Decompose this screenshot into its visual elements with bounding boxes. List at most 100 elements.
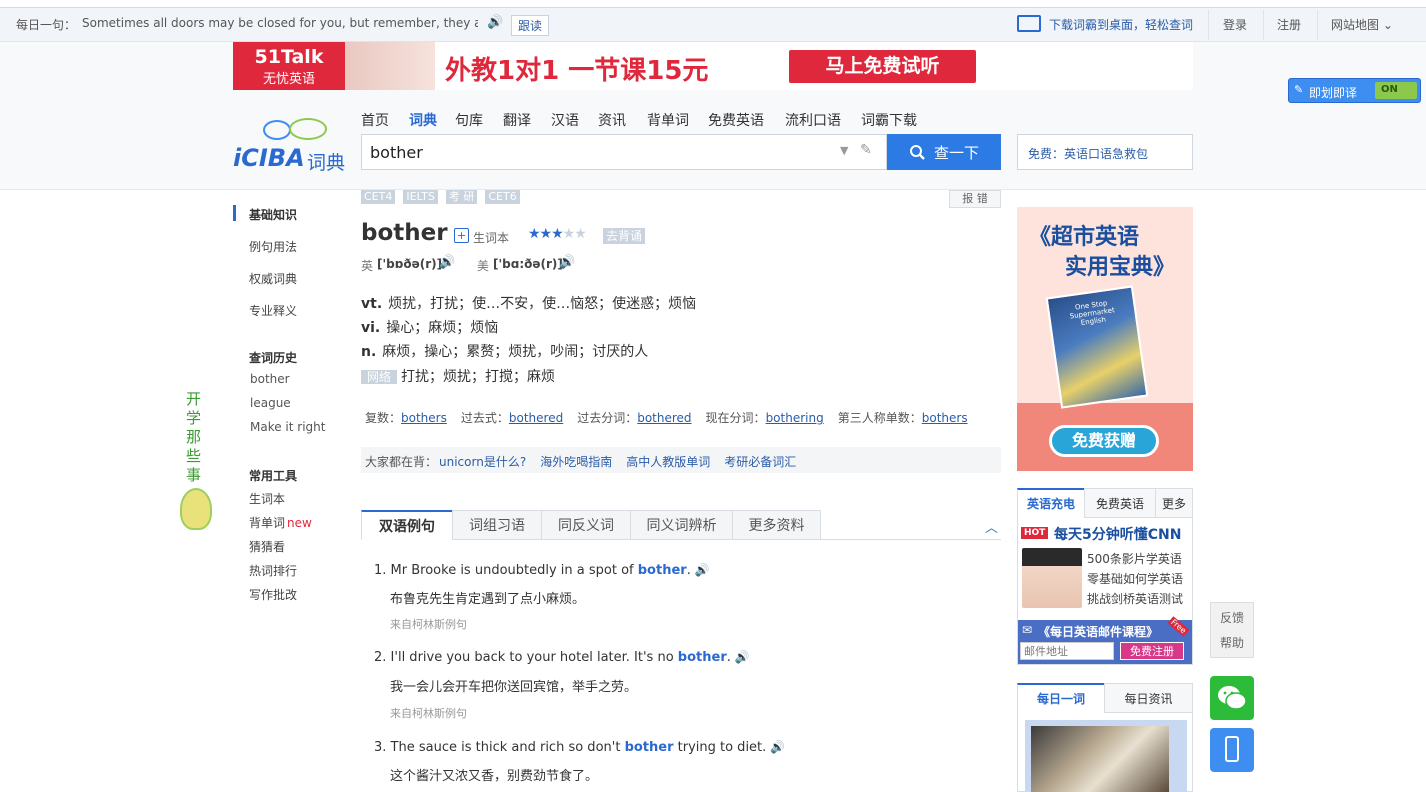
- us-speaker-icon[interactable]: 🔊: [559, 255, 575, 270]
- recite-link[interactable]: 海外吃喝指南: [540, 453, 612, 473]
- cnn-title-link[interactable]: 每天5分钟听懂CNN: [1054, 524, 1181, 544]
- form-link[interactable]: bothered: [637, 411, 691, 425]
- dropdown-icon[interactable]: ▼: [840, 144, 848, 157]
- everyone-recite-bar: 大家都在背： unicorn是什么? 海外吃喝指南 高中人教版单词 考研必备词汇: [361, 447, 1001, 473]
- form-link[interactable]: bothered: [509, 411, 563, 425]
- speaker-icon[interactable]: 🔊: [735, 650, 750, 664]
- recite-link[interactable]: 考研必备词汇: [724, 453, 796, 473]
- hot-badge: HOT: [1021, 527, 1049, 539]
- tab-bilingual-examples[interactable]: 双语例句: [361, 510, 453, 540]
- mail-register-button[interactable]: 免费注册: [1120, 642, 1184, 660]
- nav-news[interactable]: 资讯: [598, 110, 626, 130]
- part-of-speech: n.: [361, 344, 377, 360]
- recite-button[interactable]: 去背诵: [603, 228, 646, 244]
- recite-link[interactable]: unicorn是什么?: [439, 453, 526, 473]
- example-text: Mr Brooke is undoubtedly in a spot of: [390, 563, 638, 578]
- history-item[interactable]: bother: [250, 372, 290, 386]
- collapse-icon[interactable]: ︿: [985, 517, 998, 536]
- tab-daily-word[interactable]: 每日一词: [1017, 683, 1105, 713]
- recite-link[interactable]: 高中人教版单词: [626, 453, 710, 473]
- book-ad-cta-button[interactable]: 免费获赠: [1049, 425, 1159, 457]
- web-tag: 网络: [361, 370, 398, 384]
- mobile-app-button[interactable]: [1210, 728, 1254, 772]
- free-badge: Free: [1167, 616, 1190, 637]
- tab-phrases[interactable]: 词组习语: [452, 510, 542, 540]
- login-link[interactable]: 登录: [1223, 16, 1247, 33]
- follow-read-button[interactable]: 跟读: [511, 15, 550, 36]
- tool-writing[interactable]: 写作批改: [249, 586, 297, 603]
- tab-synonym-analysis[interactable]: 同义词辨析: [630, 510, 733, 540]
- word-forms: 复数：bothers 过去式：bothered 过去分词：bothered 现在…: [365, 409, 968, 426]
- wechat-button[interactable]: [1210, 676, 1254, 720]
- tag-cet6: CET6: [485, 190, 520, 204]
- sidebar-item-examples[interactable]: 例句用法: [249, 238, 297, 255]
- nav-vocab[interactable]: 背单词: [647, 110, 689, 130]
- speaker-icon[interactable]: 🔊: [487, 15, 503, 30]
- tab-more[interactable]: 更多资料: [732, 510, 821, 540]
- tab-english-charge[interactable]: 英语充电: [1017, 488, 1085, 518]
- sidebar-item-professional[interactable]: 专业释义: [249, 302, 297, 319]
- history-item[interactable]: Make it right: [250, 420, 325, 434]
- banner-cta-button[interactable]: 马上免费试听: [789, 50, 976, 83]
- nav-chinese[interactable]: 汉语: [551, 110, 579, 130]
- instant-translate-toggle[interactable]: ✎ 即划即译 ON: [1288, 78, 1421, 103]
- search-icon: [909, 144, 925, 160]
- help-button[interactable]: 帮助: [1211, 634, 1253, 651]
- search-button[interactable]: 查一下: [887, 134, 1001, 170]
- book-ad[interactable]: 《超市英语 实用宝典》 One Stop Supermarket English…: [1017, 207, 1193, 471]
- feedback-button[interactable]: 反馈: [1211, 609, 1253, 626]
- nav-free-english[interactable]: 免费英语: [708, 110, 764, 130]
- nav-oral[interactable]: 流利口语: [785, 110, 841, 130]
- cnn-link[interactable]: 挑战剑桥英语测试: [1087, 590, 1183, 607]
- form-link[interactable]: bothers: [401, 411, 447, 425]
- promo-vertical-text[interactable]: 开学那些事: [186, 390, 204, 485]
- tab-more-right[interactable]: 更多: [1155, 488, 1193, 518]
- sitemap-link[interactable]: 网站地图 ⌄: [1331, 16, 1393, 33]
- tool-recite[interactable]: 背单词 new: [249, 514, 312, 531]
- tab-synonyms-antonyms[interactable]: 同反义词: [541, 510, 631, 540]
- speaker-icon[interactable]: 🔊: [770, 740, 785, 754]
- daily-word-image[interactable]: [1031, 726, 1169, 792]
- tool-hot-words[interactable]: 热词排行: [249, 562, 297, 579]
- tool-vocab-book[interactable]: 生词本: [249, 490, 285, 507]
- nav-home[interactable]: 首页: [361, 110, 389, 130]
- sidebar-item-basic[interactable]: 基础知识: [249, 206, 297, 223]
- us-label: 美: [477, 259, 490, 273]
- nav-sentences[interactable]: 句库: [455, 110, 483, 130]
- form-label: 过去式：: [460, 411, 509, 425]
- report-error-button[interactable]: 报 错: [949, 190, 1001, 208]
- email-input[interactable]: [1020, 642, 1114, 660]
- example-text: .: [726, 650, 731, 665]
- mail-course-box: ✉ 《每日英语邮件课程》 Free 免费注册: [1018, 616, 1192, 664]
- search-input[interactable]: [370, 141, 830, 163]
- tab-daily-news[interactable]: 每日资讯: [1104, 683, 1193, 713]
- promo-link[interactable]: 免费：英语口语急救包: [1017, 134, 1193, 170]
- cnn-link[interactable]: 500条影片学英语: [1087, 550, 1182, 567]
- add-vocab-icon[interactable]: +: [454, 228, 469, 243]
- register-link[interactable]: 注册: [1277, 16, 1301, 33]
- form-link[interactable]: bothers: [922, 411, 968, 425]
- uk-speaker-icon[interactable]: 🔊: [439, 255, 455, 270]
- book-ad-title2: 实用宝典》: [1065, 255, 1176, 280]
- tool-guess[interactable]: 猜猜看: [249, 538, 285, 555]
- speaker-icon[interactable]: 🔊: [695, 563, 710, 577]
- tab-free-english[interactable]: 免费英语: [1084, 488, 1156, 518]
- history-item[interactable]: league: [250, 396, 291, 410]
- daily-sentence-text[interactable]: Sometimes all doors may be closed for yo…: [82, 16, 478, 30]
- cnn-thumbnail[interactable]: [1022, 548, 1082, 608]
- download-link[interactable]: 下载词霸到桌面，轻松查词: [1049, 16, 1193, 33]
- example-text: .: [686, 563, 691, 578]
- mascot-image[interactable]: [180, 488, 212, 530]
- banner-ad[interactable]: 51Talk 无忧英语 外教1对1 一节课15元 马上免费试听: [233, 42, 1193, 90]
- add-vocab-label[interactable]: 生词本: [473, 229, 509, 246]
- cnn-link[interactable]: 零基础如何学英语: [1087, 570, 1183, 587]
- handwrite-icon[interactable]: ✎: [860, 142, 872, 158]
- iciba-logo[interactable]: iCIBA 词典: [233, 116, 348, 174]
- form-link[interactable]: bothering: [766, 411, 824, 425]
- nav-download[interactable]: 词霸下载: [861, 110, 917, 130]
- sidebar-item-authority[interactable]: 权威词典: [249, 270, 297, 287]
- nav-dictionary[interactable]: 词典: [409, 110, 437, 130]
- nav-translate[interactable]: 翻译: [503, 110, 531, 130]
- book-ad-title1: 《超市英语: [1029, 225, 1140, 250]
- monitor-icon: [1017, 15, 1041, 32]
